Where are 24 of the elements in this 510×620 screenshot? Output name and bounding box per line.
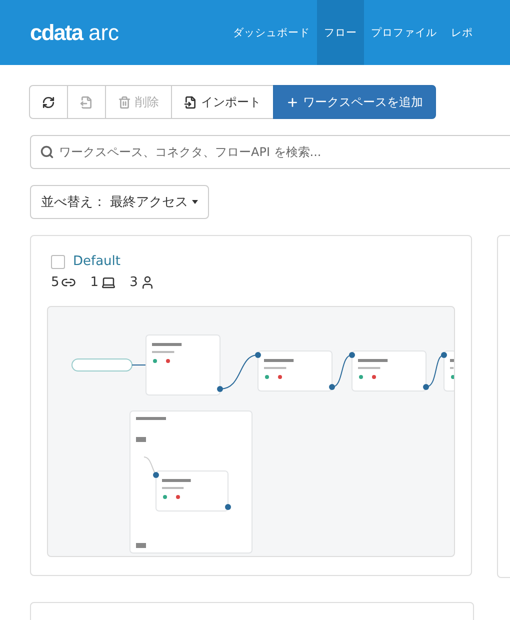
nav-tab[interactable]: プロファイル: [364, 0, 444, 65]
import-button[interactable]: インポート: [171, 85, 274, 119]
nav-tab[interactable]: フロー: [317, 0, 364, 65]
add-button[interactable]: ワークスペースを追加: [273, 85, 436, 119]
refresh-button[interactable]: [29, 85, 68, 119]
refresh-icon: [42, 96, 55, 108]
plus-icon: [286, 96, 299, 108]
trash-icon: [118, 96, 131, 108]
laptop-icon: [100, 275, 116, 290]
nav-tab[interactable]: レポ: [444, 0, 480, 65]
flow-count: 1: [90, 275, 99, 290]
user-icon: [140, 275, 155, 290]
logo-mark: cdata: [30, 20, 82, 46]
product-name: arc: [88, 20, 120, 46]
sort-dropdown[interactable]: 並べ替え： 最終アクセス: [30, 185, 210, 219]
nav-tab[interactable]: ダッシュボード: [226, 0, 317, 65]
workspace-name-link[interactable]: Default: [73, 254, 120, 269]
checkbox[interactable]: [51, 254, 65, 268]
file-arrow-icon: [184, 96, 197, 108]
search-icon: [40, 145, 54, 159]
user-count: 3: [130, 275, 138, 290]
search-field[interactable]: ワークスペース、コネクタ、フローAPI を検索...: [30, 135, 510, 169]
connection-count: 5: [51, 275, 60, 290]
file-arrow-icon: [80, 96, 93, 108]
